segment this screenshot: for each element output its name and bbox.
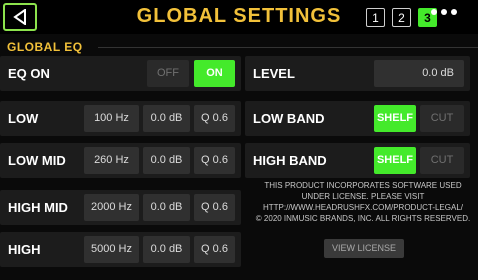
high-mid-q[interactable]: Q 0.6 (194, 194, 235, 221)
high-freq[interactable]: 5000 Hz (84, 236, 139, 263)
page-1-button[interactable]: 1 (366, 8, 385, 27)
eq-on-button[interactable]: ON (194, 60, 235, 87)
eq-off-button[interactable]: OFF (147, 60, 189, 87)
low-gain[interactable]: 0.0 dB (143, 105, 190, 132)
page-2-button[interactable]: 2 (392, 8, 411, 27)
low-band-label: LOW BAND (253, 111, 325, 126)
high-band-cut-button[interactable]: CUT (420, 147, 464, 174)
high-band-row: HIGH BAND SHELF CUT (245, 143, 470, 178)
high-mid-gain[interactable]: 0.0 dB (143, 194, 190, 221)
level-value[interactable]: 0.0 dB (374, 60, 464, 87)
high-mid-row: HIGH MID 2000 Hz 0.0 dB Q 0.6 (0, 190, 241, 225)
low-q[interactable]: Q 0.6 (194, 105, 235, 132)
level-row: LEVEL 0.0 dB (245, 56, 470, 91)
low-mid-gain[interactable]: 0.0 dB (143, 147, 190, 174)
high-gain[interactable]: 0.0 dB (143, 236, 190, 263)
high-mid-freq[interactable]: 2000 Hz (84, 194, 139, 221)
level-label: LEVEL (253, 66, 295, 81)
more-menu-icon[interactable] (431, 9, 457, 15)
eq-on-row: EQ ON OFF ON (0, 56, 241, 91)
low-mid-freq[interactable]: 260 Hz (84, 147, 139, 174)
low-freq[interactable]: 100 Hz (84, 105, 139, 132)
low-mid-q[interactable]: Q 0.6 (194, 147, 235, 174)
license-line: UNDER LICENSE. PLEASE VISIT (301, 192, 425, 201)
view-license-button[interactable]: VIEW LICENSE (324, 239, 404, 258)
low-band-row: LOW BAND SHELF CUT (245, 101, 470, 136)
low-mid-row: LOW MID 260 Hz 0.0 dB Q 0.6 (0, 143, 241, 178)
license-line: THIS PRODUCT INCORPORATES SOFTWARE USED (264, 181, 462, 190)
high-label: HIGH (8, 242, 41, 257)
high-row: HIGH 5000 Hz 0.0 dB Q 0.6 (0, 232, 241, 267)
eq-on-label: EQ ON (8, 66, 50, 81)
low-label: LOW (8, 111, 39, 126)
low-row: LOW 100 Hz 0.0 dB Q 0.6 (0, 101, 241, 136)
section-divider (98, 47, 478, 48)
license-line: © 2020 INMUSIC BRANDS, INC. ALL RIGHTS R… (255, 214, 471, 223)
high-band-shelf-button[interactable]: SHELF (374, 147, 416, 174)
low-mid-label: LOW MID (8, 153, 66, 168)
license-url: HTTP://WWW.HEADRUSHFX.COM/PRODUCT-LEGAL/ (262, 203, 463, 212)
low-band-shelf-button[interactable]: SHELF (374, 105, 416, 132)
high-mid-label: HIGH MID (8, 200, 68, 215)
section-title-global-eq: GLOBAL EQ (7, 40, 83, 54)
low-band-cut-button[interactable]: CUT (420, 105, 464, 132)
license-notice: THIS PRODUCT INCORPORATES SOFTWARE USED … (248, 180, 478, 224)
header-bar: GLOBAL SETTINGS 1 2 3 (0, 0, 478, 34)
high-q[interactable]: Q 0.6 (194, 236, 235, 263)
high-band-label: HIGH BAND (253, 153, 327, 168)
